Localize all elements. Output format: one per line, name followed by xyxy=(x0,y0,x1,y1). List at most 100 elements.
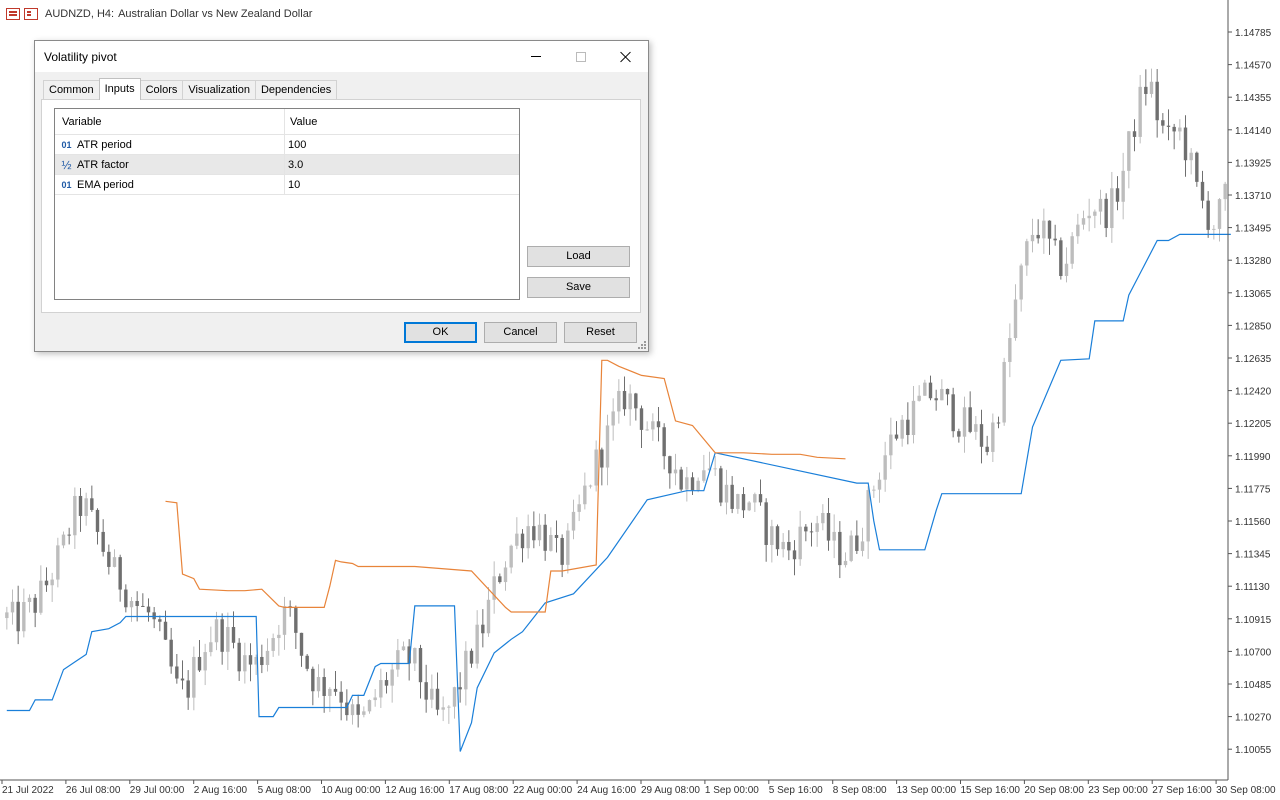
candle-body xyxy=(758,494,763,503)
chart-symbol: AUDNZD, H4: xyxy=(45,8,115,20)
table-row[interactable]: ½ ATR factor 3.0 xyxy=(55,155,519,175)
candle-body xyxy=(668,456,672,474)
price-tick-label: 1.10485 xyxy=(1235,680,1272,691)
value-cell[interactable]: 3.0 xyxy=(285,155,517,174)
candle-body xyxy=(379,680,383,698)
time-tick-label: 29 Aug 08:00 xyxy=(641,785,700,796)
candle-body xyxy=(894,434,899,439)
time-tick-label: 1 Sep 00:00 xyxy=(705,785,759,796)
time-tick-label: 22 Aug 00:00 xyxy=(513,785,572,796)
candle-body xyxy=(73,495,77,536)
tab-dependencies[interactable]: Dependencies xyxy=(254,80,338,100)
price-tick-label: 1.12850 xyxy=(1235,321,1272,332)
candle-body xyxy=(16,601,20,632)
column-header-value[interactable]: Value xyxy=(285,109,517,134)
candle-body xyxy=(1047,220,1052,239)
candle-body xyxy=(1064,263,1069,276)
candle-body xyxy=(1013,299,1018,339)
candle-body xyxy=(243,655,247,672)
candle-body xyxy=(1070,236,1074,264)
column-header-variable[interactable]: Variable xyxy=(55,109,285,134)
candle-body xyxy=(554,534,559,538)
candle-body xyxy=(458,687,462,690)
ok-button[interactable]: OK xyxy=(404,322,477,343)
tab-common[interactable]: Common xyxy=(43,80,100,100)
candle-body xyxy=(838,531,842,566)
candle-body xyxy=(889,434,893,456)
candle-body xyxy=(271,638,275,651)
candle-body xyxy=(1223,183,1227,200)
candle-body xyxy=(192,656,196,698)
candle-body xyxy=(951,394,955,432)
price-tick-label: 1.10270 xyxy=(1235,713,1272,724)
candle-body xyxy=(56,545,60,580)
time-tick-label: 5 Aug 08:00 xyxy=(258,785,312,796)
price-tick-label: 1.11130 xyxy=(1235,582,1270,593)
tab-colors[interactable]: Colors xyxy=(139,80,184,100)
save-button[interactable]: Save xyxy=(527,277,630,298)
price-tick-label: 1.10915 xyxy=(1235,615,1272,626)
candle-body xyxy=(158,619,162,622)
candle-body xyxy=(367,700,372,712)
candle-body xyxy=(316,677,321,692)
price-tick-label: 1.11990 xyxy=(1235,452,1271,463)
candle-body xyxy=(622,390,627,410)
candle-body xyxy=(452,687,457,707)
candle-body xyxy=(1166,125,1171,127)
candle-body xyxy=(107,551,111,567)
minimize-button[interactable] xyxy=(513,41,559,72)
value-cell[interactable]: 100 xyxy=(285,135,517,154)
load-button[interactable]: Load xyxy=(527,246,630,267)
candle-body xyxy=(141,605,145,607)
candle-body xyxy=(180,678,185,681)
candle-body xyxy=(396,650,400,670)
candle-body xyxy=(10,601,15,613)
variable-cell: 01 EMA period xyxy=(55,175,285,194)
table-row[interactable]: 01 ATR period 100 xyxy=(55,135,519,155)
candle-body xyxy=(1161,120,1165,126)
candle-body xyxy=(991,422,995,452)
candle-body xyxy=(900,419,904,439)
candle-body xyxy=(469,650,474,664)
candle-body xyxy=(673,469,678,474)
price-tick-label: 1.11560 xyxy=(1235,517,1271,528)
variable-name: ATR period xyxy=(77,138,132,151)
time-tick-label: 8 Sep 08:00 xyxy=(833,785,887,796)
cancel-button[interactable]: Cancel xyxy=(484,322,557,343)
candle-body xyxy=(860,541,865,551)
candle-body xyxy=(226,627,230,652)
maximize-icon xyxy=(576,51,586,62)
candle-body xyxy=(390,669,394,686)
candle-body xyxy=(39,580,43,613)
candle-body xyxy=(526,526,530,549)
chart-table-icon[interactable] xyxy=(6,8,20,20)
tab-visualization[interactable]: Visualization xyxy=(182,80,256,100)
maximize-button[interactable] xyxy=(558,41,604,72)
dialog-title-bar[interactable]: Volatility pivot xyxy=(35,41,648,72)
candle-body xyxy=(356,704,360,715)
one-click-trading-icon[interactable] xyxy=(24,8,38,20)
candle-body xyxy=(1115,188,1120,202)
candle-body xyxy=(129,600,134,608)
time-tick-label: 5 Sep 16:00 xyxy=(769,785,823,796)
candle-body xyxy=(169,639,173,667)
candle-body xyxy=(435,688,440,710)
candle-body xyxy=(583,485,587,505)
reset-button[interactable]: Reset xyxy=(564,322,637,343)
candle-body xyxy=(237,642,241,672)
candle-body xyxy=(299,632,304,656)
resize-grip-icon[interactable] xyxy=(636,339,646,349)
time-tick-label: 29 Jul 00:00 xyxy=(130,785,185,796)
candle-body xyxy=(571,511,576,531)
close-button[interactable] xyxy=(603,41,649,72)
candle-body xyxy=(67,534,71,536)
price-tick-label: 1.10700 xyxy=(1235,647,1272,658)
candle-body xyxy=(50,579,54,586)
tab-inputs[interactable]: Inputs xyxy=(98,78,141,100)
value-cell[interactable]: 10 xyxy=(285,175,517,194)
candle-body xyxy=(1121,170,1125,202)
candle-body xyxy=(940,388,944,401)
inputs-table: Variable Value 01 ATR period 100 ½ ATR f… xyxy=(54,108,520,300)
table-row[interactable]: 01 EMA period 10 xyxy=(55,175,519,195)
candle-body xyxy=(135,600,139,606)
